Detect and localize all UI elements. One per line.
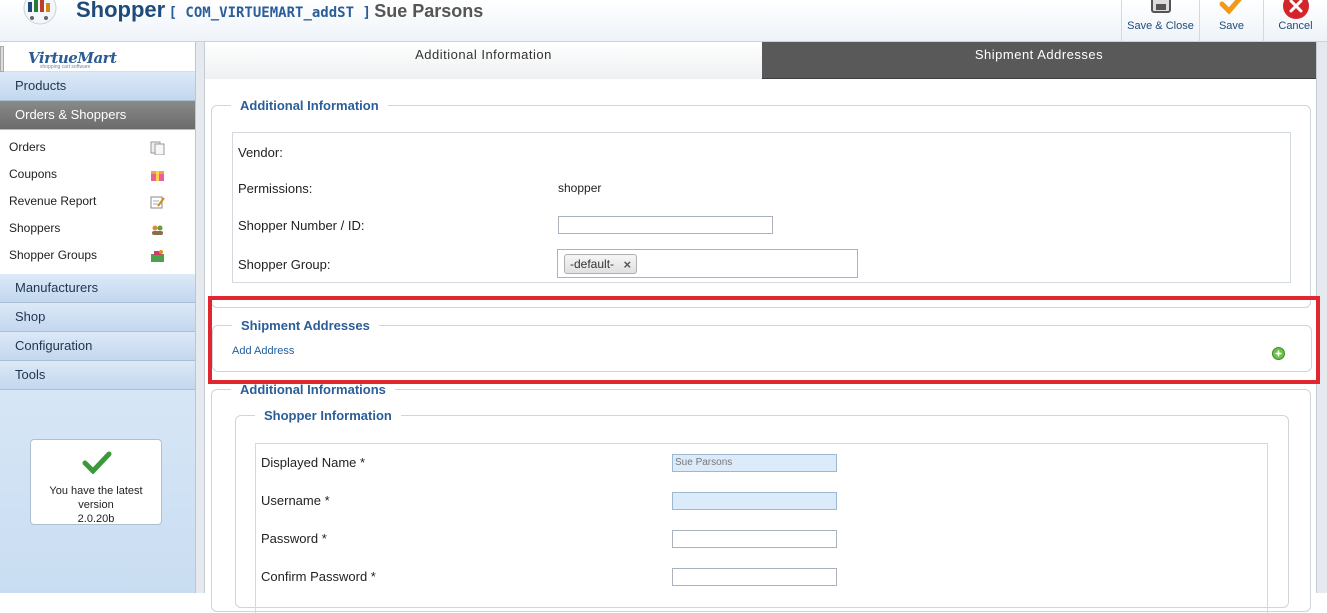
sidebar-section-shop[interactable]: Shop	[0, 303, 195, 332]
sidebar-collapse-handle[interactable]	[0, 46, 4, 72]
sidebar-section-products[interactable]: Products	[0, 72, 195, 101]
additional-information-legend: Additional Information	[240, 98, 379, 113]
save-close-button[interactable]: Save & Close	[1121, 0, 1199, 42]
gift-icon	[151, 171, 164, 181]
password-input[interactable]	[672, 530, 837, 548]
vendor-label: Vendor:	[238, 145, 283, 160]
confirm-password-label: Confirm Password *	[261, 569, 376, 584]
logo-subtext: shopping cart software	[40, 64, 91, 70]
title-component: [ COM_VIRTUEMART_addST ]	[168, 5, 371, 21]
username-label: Username *	[261, 493, 330, 508]
orders-shoppers-submenu: Orders Coupons Revenue Report Shoppers S…	[0, 130, 195, 274]
confirm-password-input[interactable]	[672, 568, 837, 586]
sidebar-item-revenue-report[interactable]: Revenue Report	[0, 188, 195, 215]
save-button[interactable]: Save	[1199, 0, 1263, 42]
permissions-label: Permissions:	[238, 181, 313, 196]
title-shopper-name: Sue Parsons	[374, 1, 484, 21]
report-edit-icon	[150, 196, 165, 209]
users-icon	[152, 225, 163, 235]
tab-additional-information[interactable]: Additional Information	[205, 42, 762, 79]
save-close-icon	[1150, 0, 1171, 13]
sidebar-section-tools[interactable]: Tools	[0, 361, 195, 390]
sidebar-item-label: Orders	[9, 140, 46, 154]
title-main: Shopper	[76, 0, 166, 22]
tab-bar: Additional Information Shipment Addresse…	[205, 42, 1316, 79]
shopper-number-label: Shopper Number / ID:	[238, 218, 365, 233]
sidebar-item-orders[interactable]: Orders	[0, 134, 195, 161]
version-line1: You have the latest	[49, 485, 143, 497]
version-line2: version	[78, 499, 114, 511]
checkmark-icon	[82, 451, 112, 474]
shopper-group-chip: -default- ×	[564, 254, 638, 274]
save-close-label: Save & Close	[1127, 20, 1194, 32]
shopper-group-chip-label: -default-	[570, 257, 615, 271]
sidebar-item-label: Revenue Report	[9, 194, 97, 208]
sidebar-section-manufacturers[interactable]: Manufacturers	[0, 274, 195, 303]
shopper-number-input[interactable]	[558, 216, 773, 234]
shopper-groups-icon	[151, 250, 164, 262]
save-checkmark-icon	[1219, 0, 1242, 15]
shopper-group-select[interactable]: -default- ×	[557, 249, 858, 278]
permissions-value: shopper	[558, 181, 602, 195]
displayed-name-label: Displayed Name *	[261, 455, 366, 470]
password-label: Password *	[261, 531, 327, 546]
sidebar-section-configuration[interactable]: Configuration	[0, 332, 195, 361]
page-header: Shopper [ COM_VIRTUEMART_addST ] Sue Par…	[0, 0, 1327, 42]
sidebar-item-shopper-groups[interactable]: Shopper Groups	[0, 242, 195, 269]
sidebar-item-shoppers[interactable]: Shoppers	[0, 215, 195, 242]
tab-shipment-addresses[interactable]: Shipment Addresses	[762, 42, 1316, 79]
highlight-frame	[208, 296, 1320, 384]
sidebar-item-label: Coupons	[9, 167, 58, 181]
displayed-name-input[interactable]: Sue Parsons	[672, 454, 837, 472]
virtuemart-logo: VirtueMart shopping cart software	[0, 42, 195, 72]
additional-informations-legend: Additional Informations	[240, 382, 386, 397]
page-title: Shopper [ COM_VIRTUEMART_addST ] Sue Par…	[76, 0, 483, 23]
main-content: Additional Information Shipment Addresse…	[205, 42, 1320, 613]
cancel-label: Cancel	[1278, 20, 1313, 32]
chip-remove-icon[interactable]: ×	[623, 255, 631, 274]
sidebar-item-coupons[interactable]: Coupons	[0, 161, 195, 188]
shopper-group-label: Shopper Group:	[238, 257, 331, 272]
shopper-information-legend: Shopper Information	[264, 408, 392, 423]
sidebar: VirtueMart shopping cart software Produc…	[0, 42, 196, 593]
shopper-logo-icon	[23, 0, 57, 25]
cancel-button[interactable]: Cancel	[1263, 0, 1327, 42]
save-label: Save	[1218, 20, 1245, 32]
content-left-edge	[196, 42, 205, 593]
version-status-box: You have the latest version 2.0.20b	[30, 439, 162, 525]
sidebar-section-orders-shoppers[interactable]: Orders & Shoppers	[0, 101, 195, 130]
cancel-x-icon	[1282, 0, 1309, 19]
toolbar: Save & Close Save Cancel	[1121, 0, 1327, 42]
sidebar-item-label: Shoppers	[9, 221, 61, 235]
version-number: 2.0.20b	[77, 513, 115, 525]
username-input[interactable]	[672, 492, 837, 510]
orders-icon	[150, 141, 165, 155]
sidebar-item-label: Shopper Groups	[9, 248, 98, 262]
